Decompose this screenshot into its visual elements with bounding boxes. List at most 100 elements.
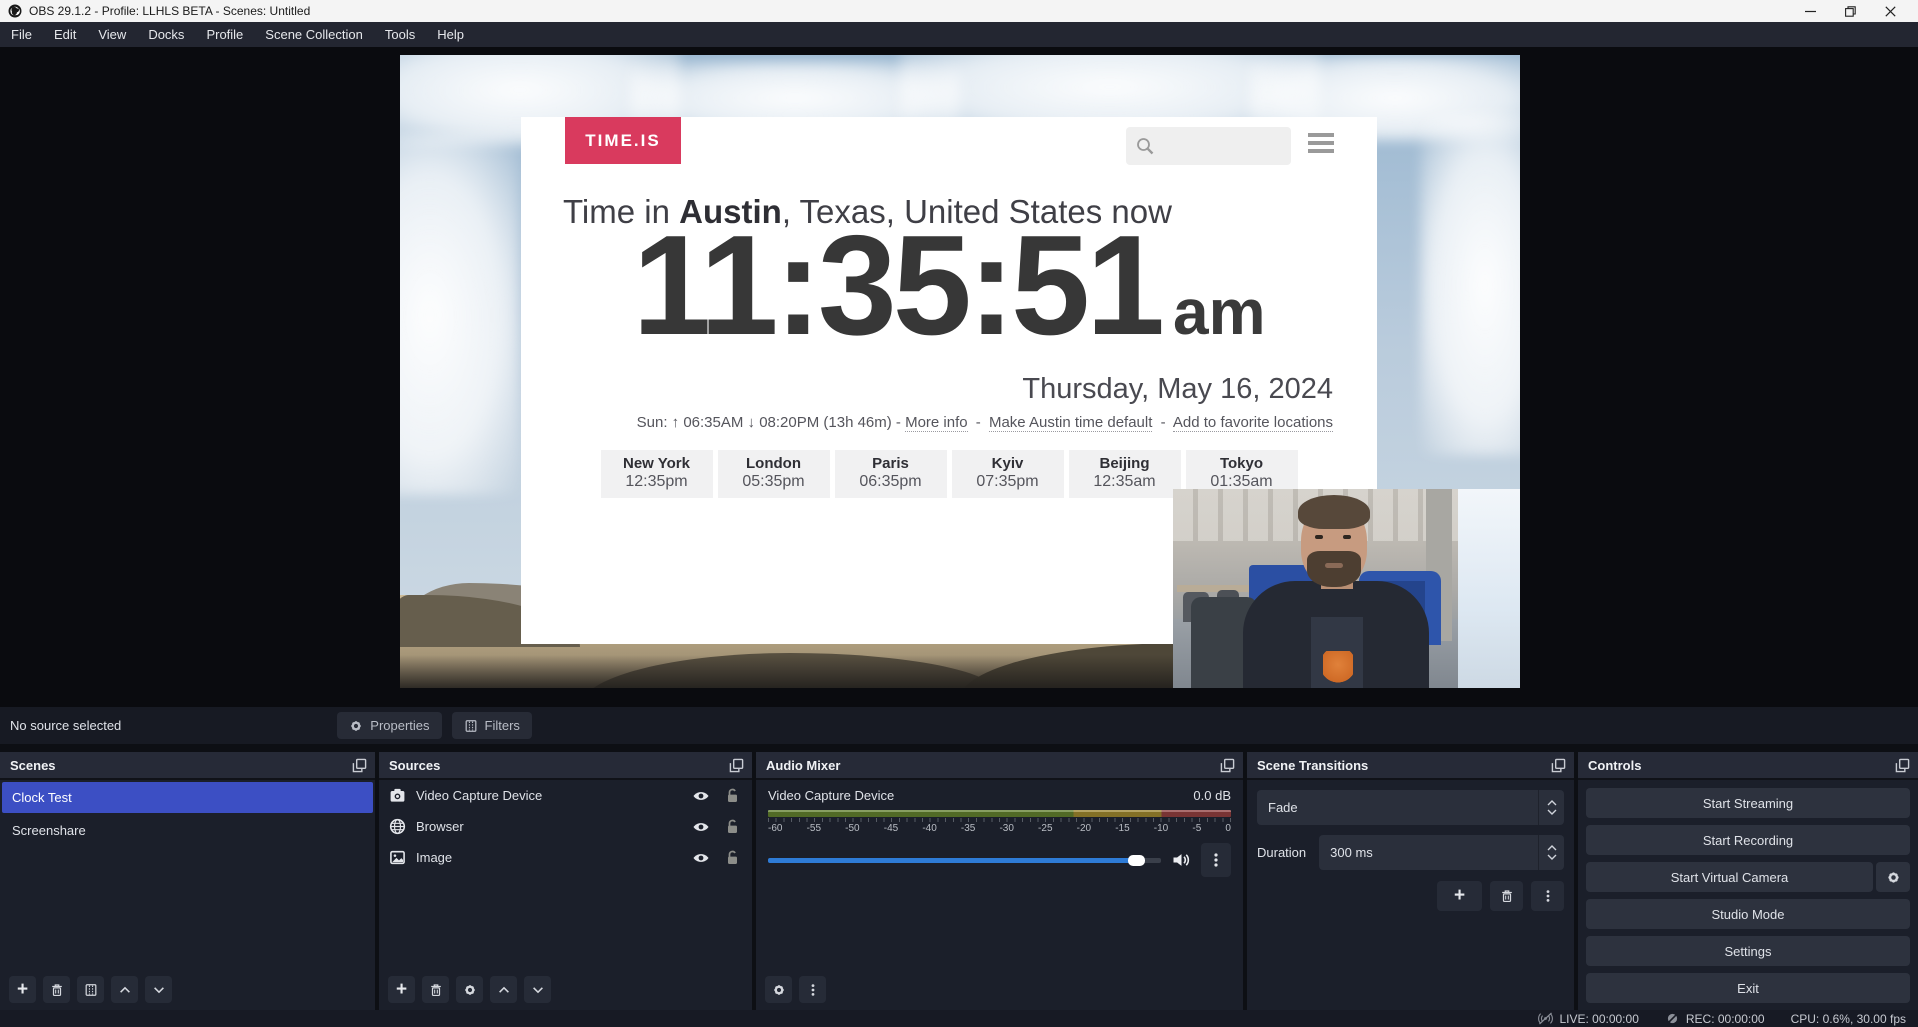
current-date: Thursday, May 16, 2024 [1022, 373, 1333, 406]
city-beijing: Beijing 12:35am [1069, 450, 1181, 498]
chevron-up-icon [497, 983, 511, 997]
scenes-panel-header: Scenes [0, 752, 375, 780]
search-icon [1135, 136, 1155, 156]
popout-icon[interactable] [1220, 758, 1235, 773]
menu-view[interactable]: View [87, 22, 137, 47]
remove-transition-button[interactable] [1490, 881, 1523, 911]
close-button[interactable] [1870, 0, 1910, 22]
filters-button[interactable]: Filters [452, 712, 532, 739]
menu-tools[interactable]: Tools [374, 22, 426, 47]
move-source-down-button[interactable] [524, 976, 551, 1003]
person-eye [1343, 535, 1351, 539]
city-name: London [728, 455, 820, 472]
mixer-channel-menu-button[interactable] [1201, 843, 1231, 877]
city-time: 05:35pm [728, 473, 820, 491]
advanced-audio-button[interactable] [765, 976, 792, 1003]
select-arrows[interactable] [1538, 790, 1564, 825]
lock-icon[interactable] [725, 819, 740, 834]
scenes-panel: Scenes Clock Test Screenshare + [0, 752, 375, 1010]
timeis-logo: TIME.IS [565, 117, 681, 164]
remove-scene-button[interactable] [43, 976, 70, 1003]
city-time: 12:35am [1079, 473, 1171, 491]
separator: - [1161, 414, 1166, 431]
settings-button[interactable]: Settings [1586, 936, 1910, 966]
record-inactive-icon [1665, 1012, 1680, 1025]
remove-source-button[interactable] [422, 976, 449, 1003]
menu-profile[interactable]: Profile [195, 22, 254, 47]
menu-docks[interactable]: Docks [137, 22, 195, 47]
speaker-icon[interactable] [1171, 850, 1191, 870]
source-item-video-capture[interactable]: Video Capture Device [379, 780, 752, 811]
menu-help[interactable]: Help [426, 22, 475, 47]
source-properties-button[interactable] [456, 976, 483, 1003]
source-item-image[interactable]: Image [379, 842, 752, 873]
city-time: 07:35pm [962, 473, 1054, 491]
source-label: Browser [416, 819, 464, 834]
lock-icon[interactable] [725, 788, 740, 803]
popout-icon[interactable] [1551, 758, 1566, 773]
lock-icon[interactable] [725, 850, 740, 865]
popout-icon[interactable] [352, 758, 367, 773]
webcam-video-source[interactable] [1173, 489, 1520, 688]
visibility-eye-icon[interactable] [692, 787, 710, 805]
timeis-search-box [1126, 127, 1291, 165]
controls-panel: Controls Start Streaming Start Recording… [1578, 752, 1918, 1010]
stream-inactive-icon [1538, 1012, 1553, 1025]
controls-title: Controls [1588, 758, 1641, 773]
visibility-eye-icon[interactable] [692, 818, 710, 836]
audio-mixer-panel: Audio Mixer Video Capture Device 0.0 dB … [756, 752, 1243, 1010]
duration-spinbox[interactable]: 300 ms [1319, 835, 1564, 870]
restore-button[interactable] [1830, 0, 1870, 22]
move-source-up-button[interactable] [490, 976, 517, 1003]
chevron-up-icon [1547, 800, 1557, 806]
virtual-camera-settings-button[interactable] [1876, 862, 1910, 892]
exit-button[interactable]: Exit [1586, 973, 1910, 1003]
globe-icon [389, 818, 406, 835]
move-scene-down-button[interactable] [145, 976, 172, 1003]
sun-info-line: Sun: ↑ 06:35AM ↓ 08:20PM (13h 46m) - Mor… [637, 414, 1333, 431]
scene-item-clock-test[interactable]: Clock Test [2, 782, 373, 813]
properties-button[interactable]: Properties [337, 712, 441, 739]
menu-scene-collection[interactable]: Scene Collection [254, 22, 374, 47]
add-favorite-link: Add to favorite locations [1173, 414, 1333, 432]
mixer-menu-button[interactable] [799, 976, 826, 1003]
mixer-toolbar [756, 969, 1243, 1010]
preview-area: TIME.IS Time in Austin, Texas, United St… [0, 47, 1918, 707]
scene-filters-button[interactable] [77, 976, 104, 1003]
popout-icon[interactable] [1895, 758, 1910, 773]
add-scene-button[interactable]: + [9, 976, 36, 1003]
popout-icon[interactable] [729, 758, 744, 773]
source-item-browser[interactable]: Browser [379, 811, 752, 842]
audio-settings-icon [772, 983, 786, 997]
scene-item-screenshare[interactable]: Screenshare [2, 815, 373, 846]
start-recording-button[interactable]: Start Recording [1586, 825, 1910, 855]
studio-mode-button[interactable]: Studio Mode [1586, 899, 1910, 929]
transition-menu-button[interactable] [1531, 881, 1564, 911]
add-transition-button[interactable]: + [1437, 881, 1482, 911]
add-source-button[interactable]: + [388, 976, 415, 1003]
trash-icon [1500, 889, 1514, 903]
mixer-channel: Video Capture Device 0.0 dB -60 -55 -50 … [756, 780, 1243, 877]
menu-file[interactable]: File [0, 22, 43, 47]
start-streaming-button[interactable]: Start Streaming [1586, 788, 1910, 818]
tick-label: 0 [1225, 823, 1231, 834]
minimize-button[interactable] [1790, 0, 1830, 22]
menu-edit[interactable]: Edit [43, 22, 87, 47]
move-scene-up-button[interactable] [111, 976, 138, 1003]
transition-select[interactable]: Fade [1257, 790, 1564, 825]
duration-label: Duration [1257, 845, 1306, 860]
person-hair [1298, 495, 1370, 529]
visibility-eye-icon[interactable] [692, 849, 710, 867]
start-virtual-camera-button[interactable]: Start Virtual Camera [1586, 862, 1873, 892]
volume-slider[interactable] [768, 858, 1161, 863]
window-title: OBS 29.1.2 - Profile: LLHLS BETA - Scene… [29, 4, 310, 18]
city-london: London 05:35pm [718, 450, 830, 498]
city-name: New York [611, 455, 703, 472]
spin-arrows[interactable] [1538, 835, 1564, 870]
source-label: Video Capture Device [416, 788, 542, 803]
audio-mixer-title: Audio Mixer [766, 758, 840, 773]
rec-time: REC: 00:00:00 [1686, 1012, 1765, 1026]
scene-preview-canvas[interactable]: TIME.IS Time in Austin, Texas, United St… [400, 55, 1520, 688]
filters-label: Filters [485, 718, 520, 733]
volume-slider-handle[interactable] [1128, 855, 1145, 866]
